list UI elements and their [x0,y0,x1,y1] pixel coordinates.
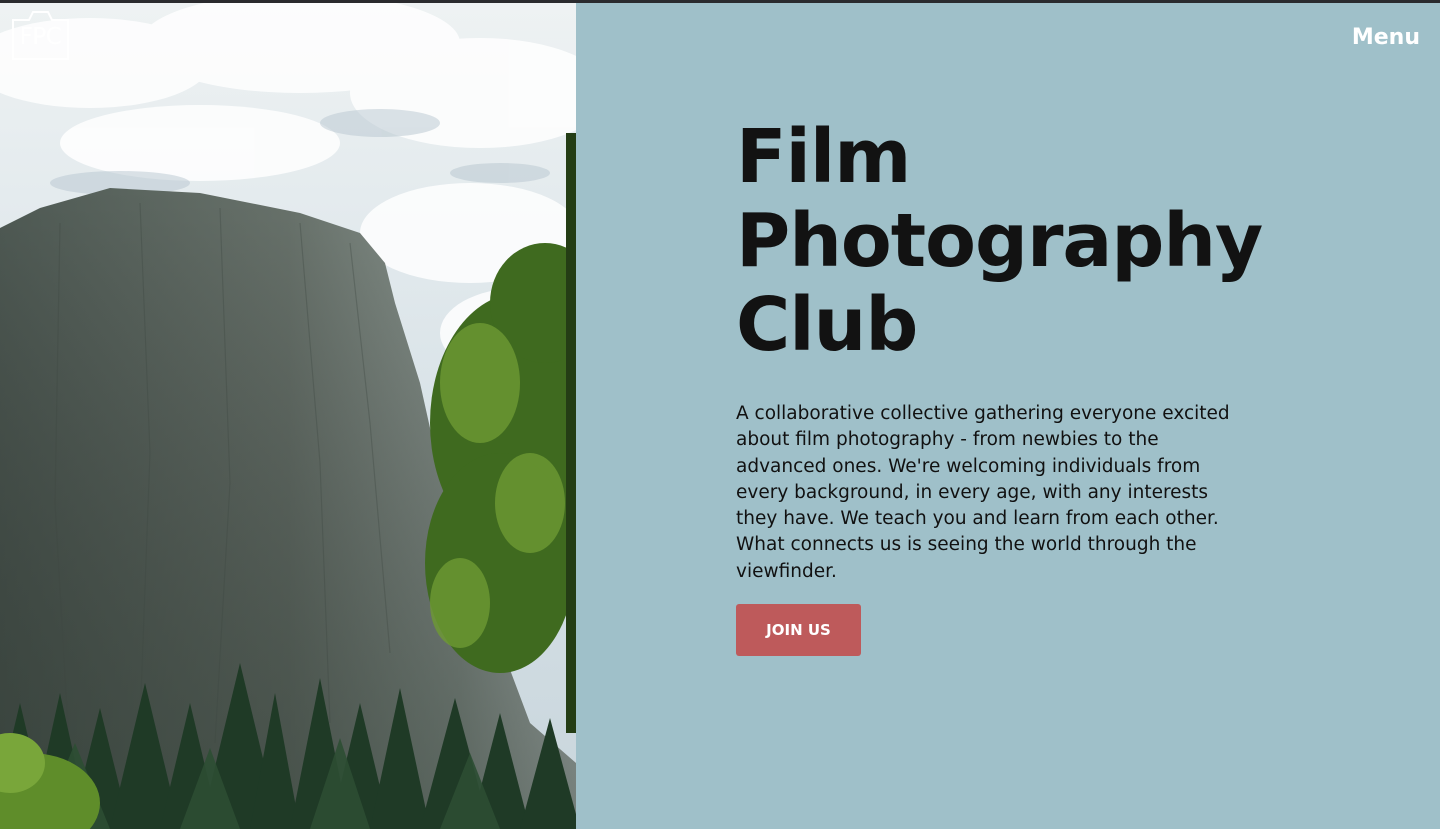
join-us-button[interactable]: JOIN US [736,604,861,656]
title-line-film: Film [736,114,911,200]
menu-button[interactable]: Menu [1352,25,1420,50]
title-line-club: Club [736,282,918,368]
hero-panel: Menu Film Photography Club A collaborati… [576,3,1440,829]
fpc-logo[interactable]: FPC [11,10,70,61]
top-border [0,0,1440,3]
mountain-landscape-photo [0,3,576,829]
page-title: Film Photography Club [736,114,1263,368]
hero-description: A collaborative collective gathering eve… [736,403,1230,582]
title-line-photography: Photography [736,198,1263,284]
hero-photo [0,3,576,829]
logo-text: FPC [19,24,62,50]
